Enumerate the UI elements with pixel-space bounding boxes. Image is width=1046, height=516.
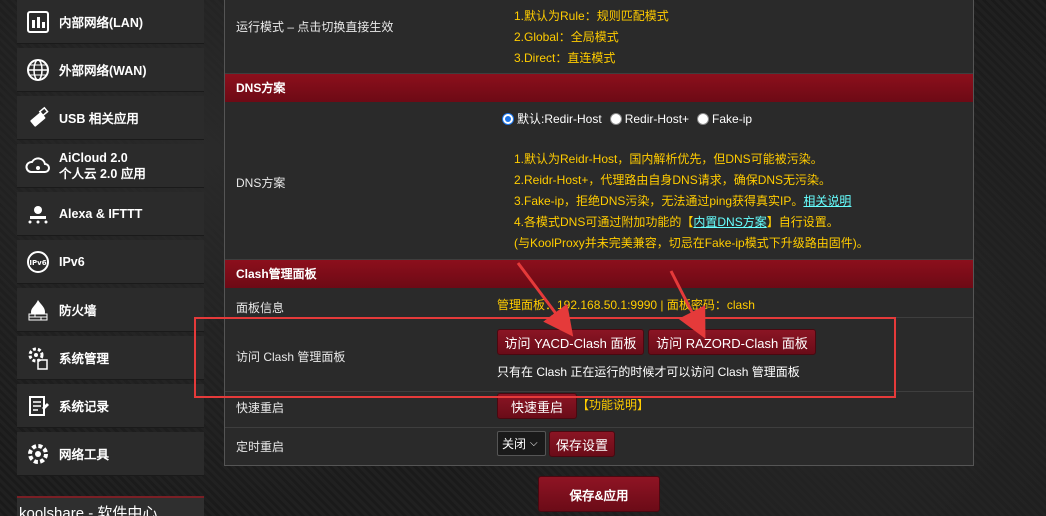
annotation-arrow (516, 262, 574, 337)
save-apply-button[interactable]: 保存&应用 (538, 476, 660, 512)
annotation-arrow (669, 270, 706, 339)
annotation-arrows (516, 262, 706, 339)
